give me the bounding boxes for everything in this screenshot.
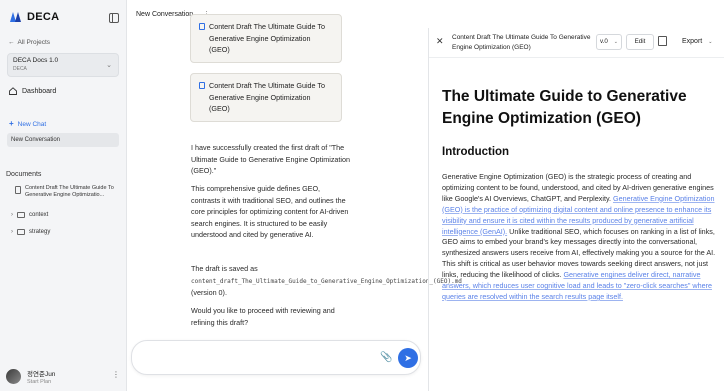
home-icon [9, 87, 17, 95]
file-icon [15, 186, 21, 194]
section-heading: Introduction [442, 146, 510, 158]
plus-icon: + [9, 119, 14, 128]
chevron-right-icon: › [11, 229, 13, 235]
folder-icon [17, 229, 25, 235]
all-projects-link[interactable]: ← All Projects [8, 39, 50, 46]
project-selector[interactable]: DECA Docs 1.0 DECA ⌄ [7, 53, 119, 77]
document-card-title: Content Draft The Ultimate Guide To Gene… [209, 81, 325, 113]
assistant-message-p1: I have successfully created the first dr… [191, 143, 351, 176]
document-icon [199, 82, 205, 89]
avatar [6, 369, 21, 384]
folder-context[interactable]: › context [11, 212, 48, 218]
document-card-title-wrap: Content Draft The Ultimate Guide To Gene… [199, 21, 331, 56]
chevron-right-icon: › [11, 212, 13, 218]
folder-label: strategy [29, 229, 51, 235]
assistant-message-p4: Would you like to proceed with reviewing… [191, 306, 335, 327]
document-card[interactable]: Content Draft The Ultimate Guide To Gene… [190, 14, 342, 63]
assistant-message-p2: This comprehensive guide defines GEO, co… [191, 184, 349, 240]
document-icon [199, 23, 205, 30]
folder-icon [17, 212, 25, 218]
user-plan: Start Plan [27, 379, 52, 385]
send-button[interactable]: ➤ [398, 348, 418, 368]
saved-as-text: The draft is saved as [191, 264, 258, 273]
sidebar: DECA ← All Projects DECA Docs 1.0 DECA ⌄… [0, 0, 127, 391]
new-chat-button[interactable]: + New Chat [9, 120, 46, 128]
back-arrow-icon: ← [8, 39, 15, 46]
pane-divider[interactable] [428, 28, 429, 391]
document-header-title: Content Draft The Ultimate Guide To Gene… [452, 34, 591, 51]
edit-button[interactable]: Edit [626, 34, 654, 50]
document-card-title-wrap: Content Draft The Ultimate Guide To Gene… [199, 80, 331, 115]
conversation-title: New Conversation [136, 10, 194, 18]
chevron-down-icon: ⌄ [708, 39, 713, 45]
sidebar-item-dashboard[interactable]: Dashboard [9, 87, 56, 95]
document-tree-file[interactable]: Content Draft The Ultimate Guide To Gene… [15, 185, 123, 199]
export-label: Export [682, 38, 703, 45]
project-org: DECA [13, 66, 27, 72]
logo[interactable]: DECA [9, 11, 59, 23]
all-projects-label: All Projects [17, 39, 51, 46]
version-select[interactable]: v.0 ⌄ [596, 34, 622, 50]
document-body: Generative Engine Optimization (GEO) is … [442, 172, 716, 303]
sidebar-toggle-icon[interactable] [109, 13, 119, 23]
chevron-down-icon: ⌄ [106, 62, 112, 69]
deca-logo-icon [10, 12, 21, 22]
user-profile[interactable]: 정연준Jun Start Plan [6, 368, 55, 385]
version-value: v.0 [600, 38, 608, 45]
chat-list-item[interactable]: New Conversation [7, 133, 119, 147]
new-chat-label: New Chat [17, 120, 47, 128]
project-name: DECA Docs 1.0 [13, 57, 59, 64]
export-button[interactable]: Export ⌄ [682, 38, 712, 45]
document-card-title: Content Draft The Ultimate Guide To Gene… [209, 22, 325, 54]
version-text: (version 0). [191, 288, 227, 298]
saved-file-name: content_draft_The_Ultimate_Guide_to_Gene… [191, 277, 462, 285]
documents-heading: Documents [6, 171, 42, 178]
chat-composer[interactable]: 📎 ➤ [131, 340, 421, 375]
document-header: ✕ Content Draft The Ultimate Guide To Ge… [429, 28, 724, 58]
folder-strategy[interactable]: › strategy [11, 229, 50, 235]
assistant-message-p3: The draft is saved as content_draft_The_… [191, 263, 462, 299]
user-name: 정연준Jun [27, 371, 56, 378]
close-icon[interactable]: ✕ [436, 36, 444, 47]
chevron-down-icon: ⌄ [613, 39, 618, 45]
document-title: The Ultimate Guide to Generative Engine … [442, 88, 687, 127]
document-file-name: Content Draft The Ultimate Guide To Gene… [25, 185, 114, 198]
logo-text: DECA [27, 11, 60, 23]
paperclip-icon[interactable]: 📎 [380, 352, 392, 363]
dashboard-label: Dashboard [22, 87, 57, 95]
folder-label: context [29, 212, 49, 218]
copy-icon[interactable] [658, 36, 667, 46]
document-card[interactable]: Content Draft The Ultimate Guide To Gene… [190, 73, 342, 122]
more-vertical-icon[interactable]: ⋮ [112, 371, 120, 379]
